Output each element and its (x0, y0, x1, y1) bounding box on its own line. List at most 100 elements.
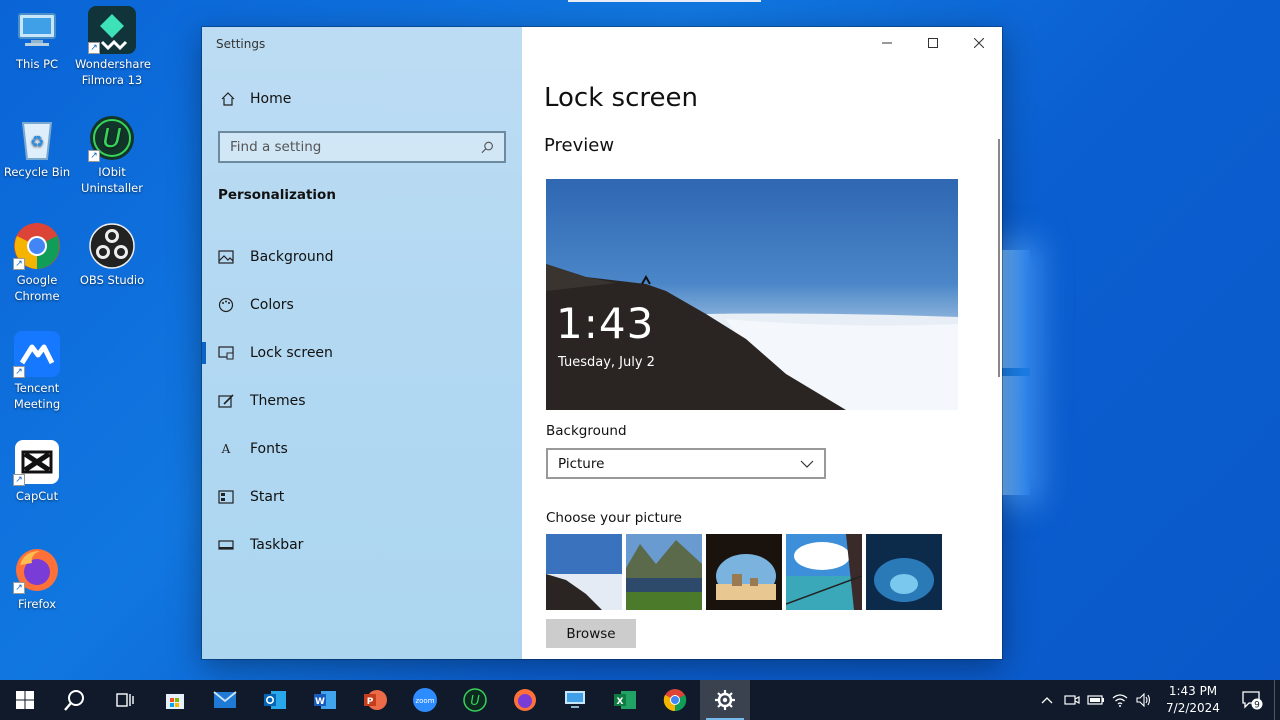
desktop-icon-label: OBS Studio (79, 273, 145, 287)
desktop-icon-obs[interactable]: OBS Studio (75, 222, 149, 288)
picture-thumbnail[interactable] (626, 534, 702, 610)
start-icon (218, 489, 234, 505)
task-view-icon (116, 693, 134, 707)
background-dropdown[interactable]: Picture (546, 448, 826, 479)
obs-icon (88, 222, 136, 270)
desktop-icon-tencent-meeting[interactable]: ↗ Tencent Meeting (0, 330, 74, 412)
search-box[interactable] (218, 131, 506, 163)
minimize-button[interactable] (864, 27, 910, 59)
taskbar-settings[interactable] (700, 680, 750, 720)
preview-landscape (546, 264, 958, 410)
battery-icon (1087, 695, 1104, 705)
taskbar-word[interactable]: W (300, 680, 350, 720)
tray-meeting[interactable] (1060, 680, 1084, 720)
nav-item-background[interactable]: Background (202, 233, 522, 281)
section-title: Personalization (218, 187, 336, 203)
settings-sidebar: Settings Home Personalization Background… (202, 27, 522, 659)
taskbar-zoom[interactable]: zoom (400, 680, 450, 720)
taskbar-firefox[interactable] (500, 680, 550, 720)
maximize-button[interactable] (910, 27, 956, 59)
clock[interactable]: 1:43 PM 7/2/2024 (1156, 683, 1230, 717)
nav-item-colors[interactable]: Colors (202, 281, 522, 329)
window-controls (864, 27, 1002, 59)
desktop-icon-capcut[interactable]: ↗ CapCut (0, 438, 74, 504)
tray-battery[interactable] (1084, 680, 1108, 720)
background-label: Background (546, 423, 627, 439)
taskbar: W P zoom U X 1:43 PM 7/2/2024 9 (0, 680, 1280, 720)
desktop-icon-chrome[interactable]: ↗ Google Chrome (0, 222, 74, 304)
desktop-icon-this-pc[interactable]: This PC (0, 6, 74, 72)
nav-item-themes[interactable]: Themes (202, 377, 522, 425)
svg-text:U: U (470, 694, 480, 709)
browse-button[interactable]: Browse (546, 619, 636, 648)
picture-thumbnail[interactable] (866, 534, 942, 610)
firefox-icon: ↗ (13, 546, 61, 594)
search-taskbar-button[interactable] (50, 680, 100, 720)
nav-item-label: Start (250, 489, 285, 505)
nav-item-taskbar[interactable]: Taskbar (202, 521, 522, 569)
home-link[interactable]: Home (220, 91, 291, 107)
clock-date: 7/2/2024 (1166, 701, 1220, 715)
picture-thumbnail[interactable] (706, 534, 782, 610)
taskbar-store[interactable] (150, 680, 200, 720)
svg-text:W: W (315, 697, 325, 707)
taskbar-icon (218, 537, 234, 553)
desktop-icon-filmora[interactable]: ↗ Wondershare Filmora 13 (75, 6, 152, 88)
capcut-icon: ↗ (13, 438, 61, 486)
taskbar-this-pc[interactable] (550, 680, 600, 720)
home-icon (221, 92, 235, 106)
page-title: Lock screen (544, 83, 698, 113)
desktop-icon-label: CapCut (15, 489, 59, 503)
window-title: Settings (216, 37, 266, 51)
search-icon[interactable] (481, 140, 494, 154)
start-button[interactable] (0, 680, 50, 720)
maximize-icon (928, 38, 938, 48)
close-button[interactable] (956, 27, 1002, 59)
scrollbar[interactable] (998, 139, 1000, 377)
nav-item-lock-screen[interactable]: Lock screen (202, 329, 522, 377)
taskbar-mail[interactable] (200, 680, 250, 720)
desktop-icon-label: Tencent Meeting (13, 381, 61, 411)
taskbar-iobit[interactable]: U (450, 680, 500, 720)
search-input[interactable] (230, 139, 481, 155)
zoom-icon: zoom (413, 688, 437, 712)
desktop-icon-iobit[interactable]: U ↗ IObit Uninstaller (75, 114, 149, 196)
preview-date: Tuesday, July 2 (558, 355, 655, 370)
taskbar-excel[interactable]: X (600, 680, 650, 720)
iobit-icon: U ↗ (88, 114, 136, 162)
windows-logo-glow (1000, 250, 1030, 495)
picture-icon (218, 249, 234, 265)
background-value: Picture (558, 455, 605, 472)
filmora-icon: ↗ (88, 6, 136, 54)
svg-text:♻: ♻ (30, 132, 44, 151)
task-view-button[interactable] (100, 680, 150, 720)
nav-item-fonts[interactable]: A Fonts (202, 425, 522, 473)
nav-item-start[interactable]: Start (202, 473, 522, 521)
show-hidden-icons[interactable] (1034, 680, 1060, 720)
show-desktop-button[interactable] (1274, 680, 1280, 720)
iobit-icon: U (463, 688, 487, 712)
taskbar-chrome[interactable] (650, 680, 700, 720)
top-edge-strip (568, 0, 761, 2)
desktop-icon-firefox[interactable]: ↗ Firefox (0, 546, 74, 612)
settings-content: Lock screen Preview 1:43 Tuesday, July 2… (522, 27, 1002, 659)
fonts-icon: A (221, 442, 231, 456)
tray-wifi[interactable] (1108, 680, 1132, 720)
taskbar-powerpoint[interactable]: P (350, 680, 400, 720)
word-icon: W (314, 691, 336, 709)
recycle-bin-icon: ♻ (13, 114, 61, 162)
action-center-button[interactable]: 9 (1230, 680, 1274, 720)
desktop-icon-label: Recycle Bin (3, 165, 71, 179)
desktop-icon-recycle-bin[interactable]: ♻ Recycle Bin (0, 114, 74, 180)
desktop-icon-label: Wondershare Filmora 13 (75, 57, 152, 87)
tray-volume[interactable] (1132, 680, 1156, 720)
picture-thumbnail[interactable] (546, 534, 622, 610)
taskbar-outlook[interactable] (250, 680, 300, 720)
excel-icon: X (614, 691, 636, 709)
svg-text:X: X (617, 697, 624, 707)
nav-item-label: Background (250, 249, 334, 265)
picture-thumbnail[interactable] (786, 534, 862, 610)
svg-text:zoom: zoom (415, 697, 434, 705)
minimize-icon (882, 42, 892, 44)
svg-text:9: 9 (1254, 701, 1260, 711)
